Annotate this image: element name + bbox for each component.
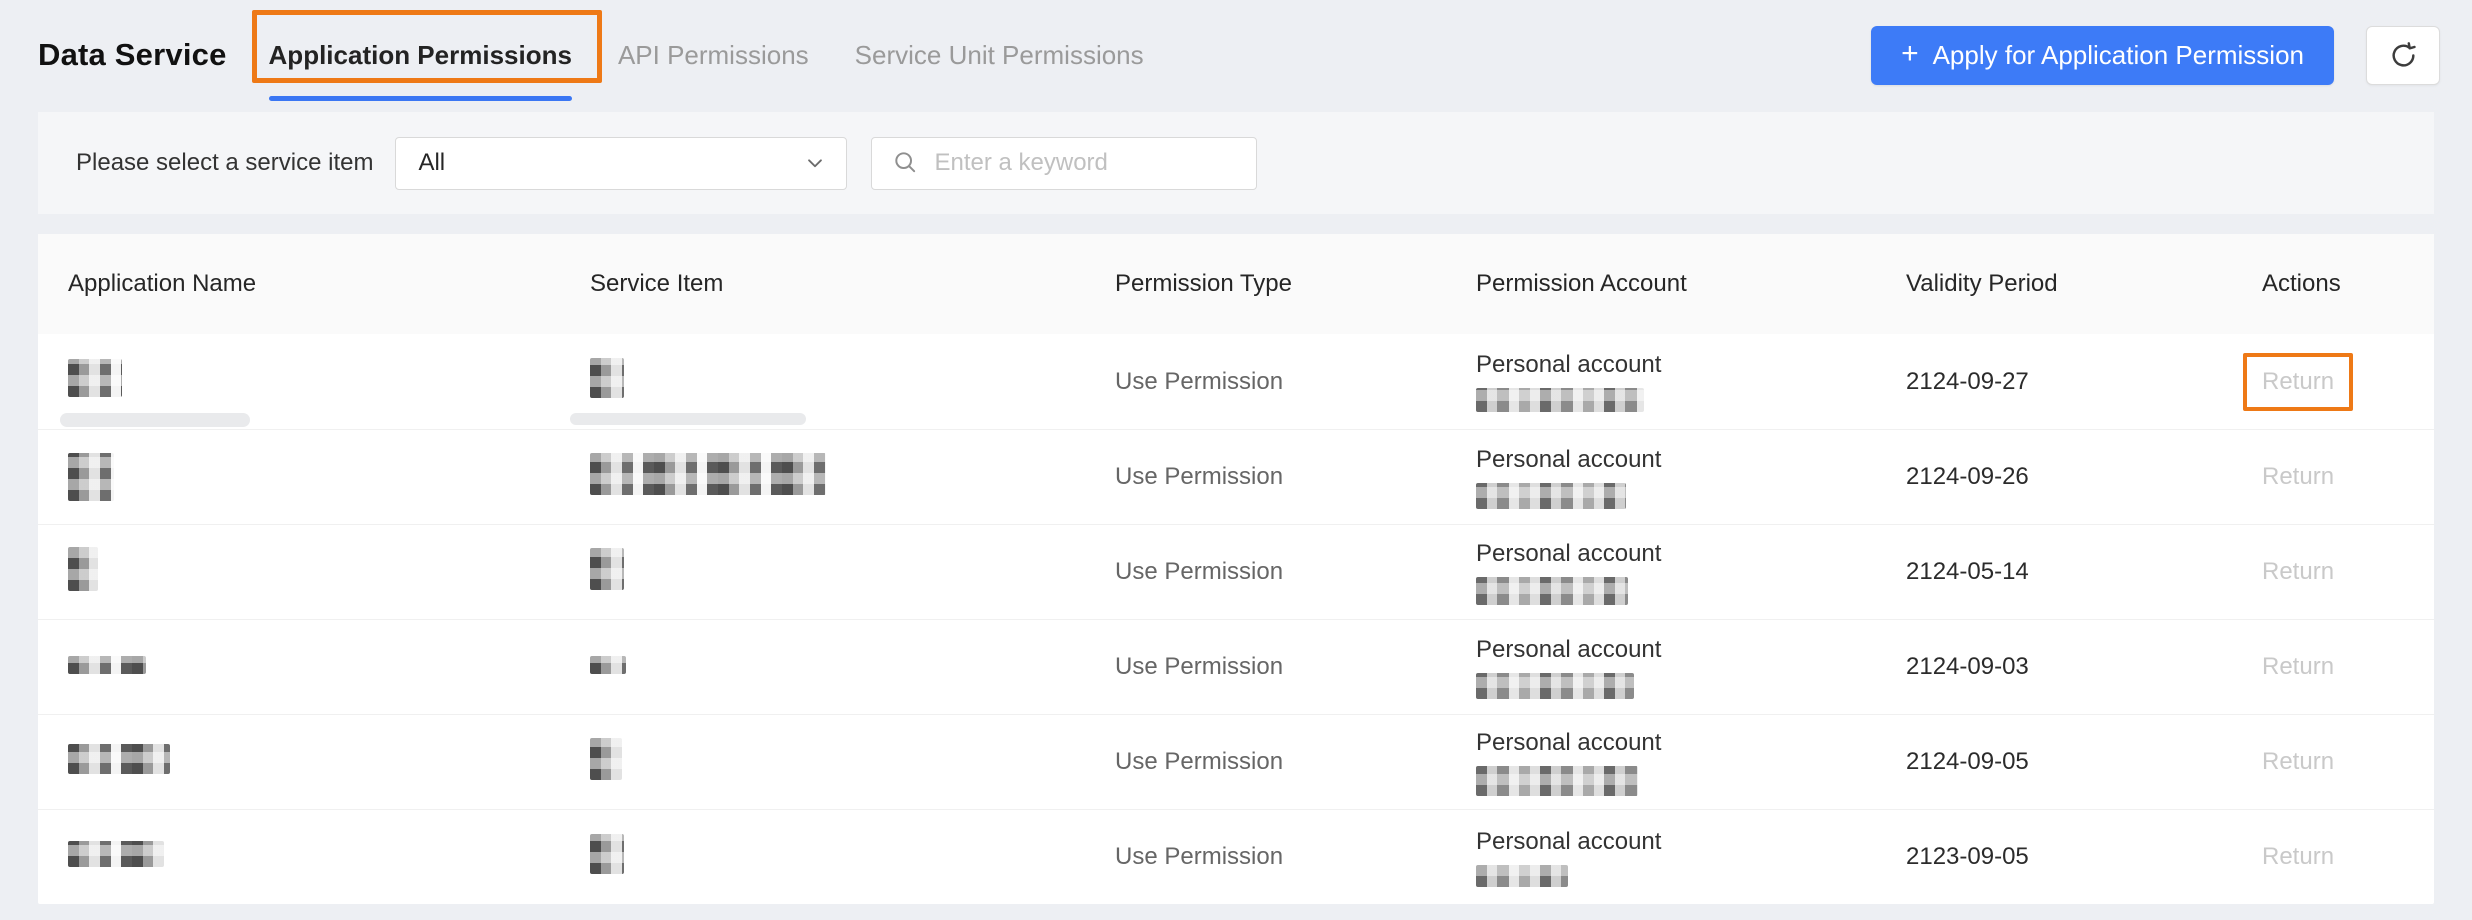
tab-api-permissions[interactable]: API Permissions (618, 0, 809, 110)
redacted-account-id (1476, 482, 1626, 509)
service-item-filter-label: Please select a service item (76, 149, 374, 176)
annotation-highlight-box-return: Return (2243, 352, 2354, 411)
return-link[interactable]: Return (2262, 653, 2334, 681)
column-header-permission-account: Permission Account (1476, 270, 1687, 297)
service-item-select[interactable]: All (395, 136, 848, 190)
redacted-account-id (1476, 672, 1634, 699)
validity-period-cell: 2124-09-26 (1906, 463, 2029, 490)
validity-period-cell: 2124-09-27 (1906, 367, 2029, 395)
redacted-service-item (590, 452, 826, 495)
tab-label: Service Unit Permissions (854, 39, 1144, 70)
table-header-row: Application Name Service Item Permission… (38, 234, 2434, 334)
account-type-label: Personal account (1476, 635, 1662, 663)
plus-icon: + (1901, 36, 1919, 70)
filter-panel: Please select a service item All (38, 112, 2434, 214)
top-bar: Data Service Application Permissions API… (0, 0, 2472, 110)
redacted-account-id (1476, 388, 1644, 412)
table-row: Use Permission Personal account 2124-05-… (38, 524, 2434, 619)
tab-service-unit-permissions[interactable]: Service Unit Permissions (855, 0, 1144, 110)
blur-artifact-bar (60, 413, 250, 427)
column-header-service-item: Service Item (590, 270, 724, 297)
redacted-application-name (68, 743, 170, 774)
account-type-label: Personal account (1476, 539, 1662, 567)
table-row: Use Permission Personal account 2124-09-… (38, 429, 2434, 524)
top-bar-actions: + Apply for Application Permission (1871, 25, 2440, 85)
redacted-account-id (1476, 765, 1638, 796)
permission-account-cell: Personal account (1476, 636, 1906, 699)
table-row: Use Permission Personal account 2124-09-… (38, 619, 2434, 714)
apply-button-label: Apply for Application Permission (1932, 39, 2304, 70)
permission-type-cell: Use Permission (1115, 653, 1284, 680)
column-header-actions: Actions (2262, 270, 2341, 297)
apply-for-application-permission-button[interactable]: + Apply for Application Permission (1871, 25, 2334, 85)
refresh-button[interactable] (2366, 25, 2440, 85)
table-row: Use Permission Personal account 2124-09-… (38, 334, 2434, 429)
permission-type-cell: Use Permission (1115, 843, 1284, 870)
permission-type-cell: Use Permission (1115, 463, 1284, 490)
tab-label: Application Permissions (268, 39, 572, 70)
redacted-application-name (68, 840, 164, 867)
validity-period-cell: 2124-05-14 (1906, 558, 2029, 585)
permission-account-cell: Personal account (1476, 828, 1906, 887)
table-row: Use Permission Personal account 2123-09-… (38, 809, 2434, 904)
permission-account-cell: Personal account (1476, 446, 1906, 509)
tab-application-permissions[interactable]: Application Permissions (268, 0, 572, 110)
return-link[interactable]: Return (2262, 463, 2334, 491)
redacted-service-item (590, 358, 624, 398)
redacted-account-id (1476, 576, 1628, 605)
account-type-label: Personal account (1476, 728, 1662, 756)
redacted-service-item (590, 656, 626, 674)
permission-account-cell: Personal account (1476, 729, 1906, 796)
permissions-table: Application Name Service Item Permission… (38, 234, 2434, 904)
account-type-label: Personal account (1476, 445, 1662, 473)
keyword-input[interactable] (934, 149, 1241, 177)
active-tab-underline (268, 96, 572, 101)
chevron-down-icon (802, 150, 828, 176)
permission-account-cell: Personal account (1476, 540, 1906, 605)
permission-type-cell: Use Permission (1115, 558, 1284, 585)
column-header-application-name: Application Name (68, 270, 257, 297)
return-link[interactable]: Return (2262, 843, 2334, 871)
blur-artifact-bar (570, 413, 806, 425)
tab-label: API Permissions (617, 39, 809, 70)
redacted-application-name (68, 452, 114, 501)
redacted-application-name (68, 656, 146, 674)
page-title: Data Service (38, 37, 227, 72)
service-item-select-value: All (418, 149, 446, 176)
validity-period-cell: 2123-09-05 (1906, 843, 2029, 870)
return-link[interactable]: Return (2262, 748, 2334, 776)
account-type-label: Personal account (1476, 827, 1662, 855)
return-link[interactable]: Return (2262, 368, 2334, 396)
table-row: Use Permission Personal account 2124-09-… (38, 714, 2434, 809)
permission-account-cell: Personal account (1476, 351, 1906, 412)
permission-type-cell: Use Permission (1115, 748, 1284, 775)
keyword-search-box (871, 136, 1258, 190)
permission-type-cell: Use Permission (1115, 367, 1284, 395)
validity-period-cell: 2124-09-05 (1906, 748, 2029, 775)
redacted-application-name (68, 546, 98, 591)
tab-bar: Application Permissions API Permissions … (268, 0, 1190, 110)
redacted-service-item (590, 547, 624, 590)
refresh-icon (2388, 40, 2419, 71)
redacted-service-item (590, 737, 622, 780)
validity-period-cell: 2124-09-03 (1906, 653, 2029, 680)
account-type-label: Personal account (1476, 351, 1662, 378)
redacted-application-name (68, 359, 122, 397)
search-icon (892, 149, 920, 177)
column-header-validity-period: Validity Period (1906, 270, 2058, 297)
redacted-service-item (590, 833, 624, 874)
column-header-permission-type: Permission Type (1115, 270, 1292, 297)
redacted-account-id (1476, 864, 1568, 887)
return-link[interactable]: Return (2262, 558, 2334, 586)
